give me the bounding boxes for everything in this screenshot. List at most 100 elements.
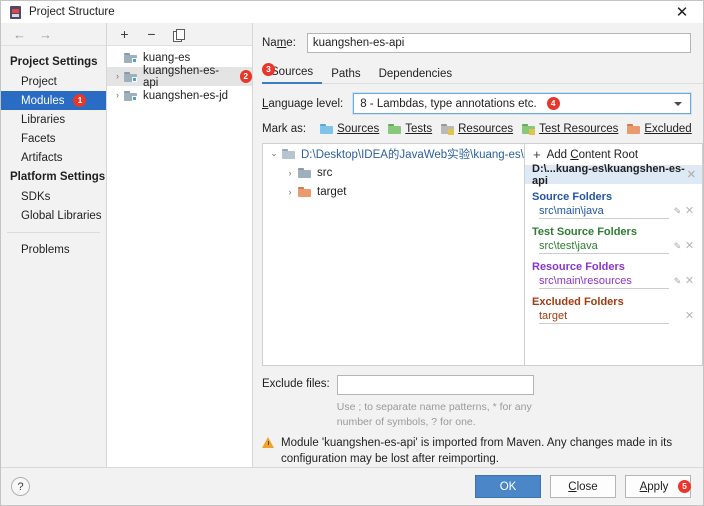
copy-module-icon[interactable]: [172, 28, 185, 41]
folder-path: src\test\java: [539, 240, 669, 254]
sidebar-item-label: Libraries: [21, 114, 65, 126]
module-name-row: Name: kuangshen-es-api: [253, 23, 703, 53]
tree-row-label: D:\Desktop\IDEA的JavaWeb实验\kuang-es\kuang…: [301, 146, 524, 162]
badge-4: 4: [547, 97, 560, 110]
mark-as-excluded[interactable]: Excluded: [627, 123, 691, 135]
language-level-label: Language level:: [262, 98, 343, 110]
sidebar-nav: ← →: [1, 23, 106, 46]
remove-folder-icon[interactable]: ✕: [683, 241, 696, 252]
project-structure-dialog: Project Structure ✕ ← → Project Settings…: [0, 0, 704, 506]
remove-folder-icon[interactable]: ✕: [683, 276, 696, 287]
sidebar-item-label: Artifacts: [21, 152, 63, 164]
language-level-row: Language level: 8 - Lambdas, type annota…: [253, 84, 703, 114]
module-label: kuang-es: [143, 52, 190, 64]
sidebar-item-label: Modules: [21, 95, 64, 107]
close-icon[interactable]: ✕: [661, 1, 703, 23]
sidebar-item-label: Global Libraries: [21, 210, 102, 222]
twisty-icon[interactable]: ›: [282, 168, 298, 178]
mark-as-sources[interactable]: Sources: [320, 123, 379, 135]
tab-label: Paths: [331, 68, 360, 80]
tree-row-target[interactable]: › target: [263, 182, 524, 201]
remove-module-icon[interactable]: −: [145, 28, 158, 41]
sidebar-item-label: Facets: [21, 133, 56, 145]
module-name-value: kuangshen-es-api: [313, 37, 404, 49]
resources-folder-icon: [441, 124, 454, 135]
sidebar-item-label: Problems: [21, 244, 70, 256]
exclude-files-row: Exclude files: Use ; to separate name pa…: [253, 366, 703, 428]
add-module-icon[interactable]: +: [118, 28, 131, 41]
remove-folder-icon[interactable]: ✕: [683, 311, 696, 322]
excluded-folder-icon: [627, 124, 640, 135]
dialog-body: ← → Project Settings Project Modules 1 L…: [1, 23, 703, 467]
module-name-input[interactable]: kuangshen-es-api: [307, 33, 691, 53]
content-root-tree: ⌄ D:\Desktop\IDEA的JavaWeb实验\kuang-es\kua…: [262, 143, 524, 366]
exclude-files-hint: Use ; to separate name patterns, * for a…: [337, 400, 545, 428]
apply-button[interactable]: Apply 5: [625, 475, 691, 498]
back-arrow-icon[interactable]: ←: [13, 28, 26, 41]
module-folder-icon: [124, 90, 138, 102]
mark-label: Excluded: [644, 123, 691, 135]
test-source-folders-title: Test Source Folders: [525, 219, 702, 239]
twisty-icon[interactable]: ›: [111, 72, 124, 81]
mark-as-test-resources[interactable]: Test Resources: [522, 123, 618, 135]
source-folder-row[interactable]: src\main\java ✎ ✕: [525, 204, 702, 219]
edit-pencil-icon[interactable]: ✎: [672, 276, 683, 287]
sidebar-item-project[interactable]: Project: [1, 72, 106, 91]
module-row-kuangshen-es-jd[interactable]: › kuangshen-es-jd: [107, 86, 252, 105]
mark-as-tests[interactable]: Tests: [388, 123, 432, 135]
tree-row-src[interactable]: › src: [263, 163, 524, 182]
exclude-files-input[interactable]: [337, 375, 534, 395]
remove-content-root-icon[interactable]: ✕: [687, 170, 696, 181]
module-folder-icon: [124, 52, 138, 64]
title-bar: Project Structure ✕: [1, 1, 703, 23]
sidebar-divider: [7, 232, 100, 233]
sidebar-item-problems[interactable]: Problems: [1, 240, 106, 259]
content-roots-panel: + Add Content Root D:\...kuang-es\kuangs…: [524, 143, 703, 366]
sidebar-item-sdks[interactable]: SDKs: [1, 187, 106, 206]
mark-as-resources[interactable]: Resources: [441, 123, 513, 135]
remove-folder-icon[interactable]: ✕: [683, 206, 696, 217]
twisty-icon[interactable]: ›: [282, 187, 298, 197]
edit-pencil-icon[interactable]: ✎: [672, 241, 683, 252]
ok-label: OK: [500, 481, 517, 493]
sidebar-item-label: SDKs: [21, 191, 50, 203]
tree-row-label: src: [317, 167, 332, 179]
help-button[interactable]: ?: [11, 477, 30, 496]
sidebar-group-project-settings: Project Settings: [1, 52, 106, 72]
sidebar-item-libraries[interactable]: Libraries: [1, 110, 106, 129]
source-folders-title: Source Folders: [525, 184, 702, 204]
sidebar-item-facets[interactable]: Facets: [1, 129, 106, 148]
tab-label: Sources: [271, 66, 313, 78]
folder-path: src\main\resources: [539, 275, 669, 289]
twisty-icon[interactable]: ›: [111, 91, 124, 100]
tree-row-root[interactable]: ⌄ D:\Desktop\IDEA的JavaWeb实验\kuang-es\kua…: [263, 144, 524, 163]
module-name-label: Name:: [262, 37, 296, 49]
excluded-folder-row[interactable]: target ✕: [525, 309, 702, 324]
close-button[interactable]: Close: [550, 475, 616, 498]
tab-label: Dependencies: [379, 68, 453, 80]
sidebar-group-platform-settings: Platform Settings: [1, 167, 106, 187]
forward-arrow-icon[interactable]: →: [39, 28, 52, 41]
tab-dependencies[interactable]: Dependencies: [370, 68, 462, 84]
language-level-select[interactable]: 8 - Lambdas, type annotations etc. 4: [353, 93, 691, 114]
chevron-down-icon[interactable]: [674, 102, 682, 106]
content-root-header: D:\...kuang-es\kuangshen-es-api ✕: [525, 166, 702, 184]
sources-folder-icon: [320, 124, 333, 135]
module-list: kuang-es › kuangshen-es-api 2 › kuangshe…: [107, 46, 252, 467]
sidebar-item-global-libraries[interactable]: Global Libraries: [1, 206, 106, 225]
twisty-expanded-icon[interactable]: ⌄: [266, 148, 282, 159]
tab-paths[interactable]: Paths: [322, 68, 369, 84]
mark-label: Sources: [337, 123, 379, 135]
module-label: kuangshen-es-jd: [143, 90, 228, 102]
sidebar-item-modules[interactable]: Modules 1: [1, 91, 106, 110]
dialog-footer: ? OK Close Apply 5: [1, 467, 703, 505]
test-source-folder-row[interactable]: src\test\java ✎ ✕: [525, 239, 702, 254]
module-detail-pane: Name: kuangshen-es-api 3 Sources Paths D…: [253, 23, 703, 467]
ok-button[interactable]: OK: [475, 475, 541, 498]
edit-pencil-icon[interactable]: ✎: [672, 206, 683, 217]
sidebar-item-artifacts[interactable]: Artifacts: [1, 148, 106, 167]
folder-path: target: [539, 310, 669, 324]
module-row-kuangshen-es-api[interactable]: › kuangshen-es-api 2: [107, 67, 252, 86]
resource-folder-row[interactable]: src\main\resources ✎ ✕: [525, 274, 702, 289]
folder-icon: [282, 148, 296, 160]
